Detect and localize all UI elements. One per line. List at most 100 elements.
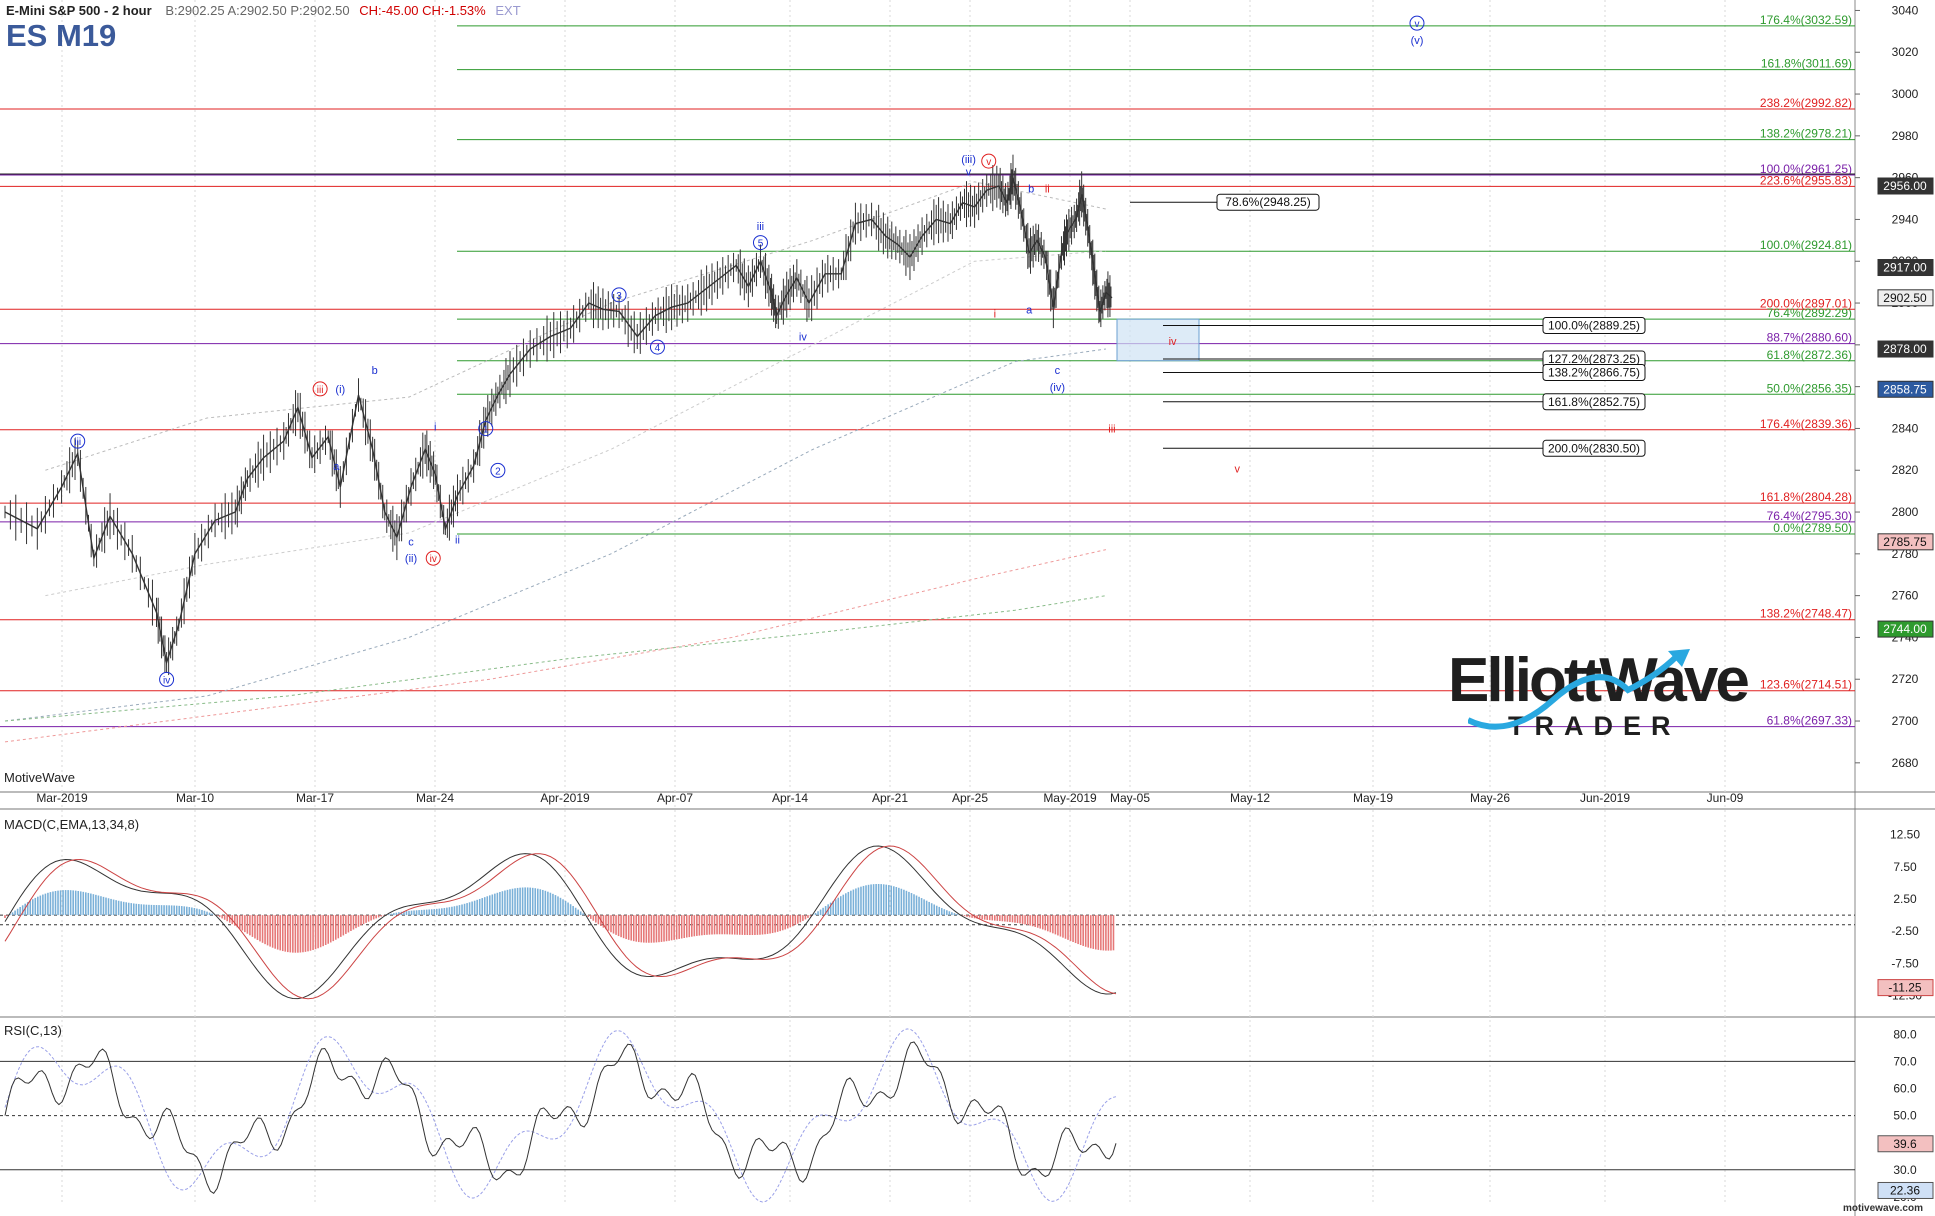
macd-signal-line bbox=[4, 845, 1117, 1000]
macd-y-tick: 2.50 bbox=[1893, 892, 1917, 906]
fib-level-label: 176.4%(3032.59) bbox=[1760, 13, 1852, 27]
wave-label: v bbox=[1234, 463, 1240, 475]
macd-y-tick: -7.50 bbox=[1891, 956, 1919, 970]
fib-level-label: 61.8%(2872.36) bbox=[1767, 348, 1852, 362]
quote-values: B:2902.25 A:2902.50 P:2902.50 bbox=[165, 3, 350, 18]
wave-label: iv bbox=[163, 675, 170, 686]
watermark: motivewave.com bbox=[1842, 1203, 1923, 1214]
y-tick-label: 2720 bbox=[1892, 672, 1919, 686]
moving-average-line bbox=[4, 549, 1107, 743]
wave-label: a bbox=[1026, 304, 1033, 316]
elliottwave-logo: ElliottWave TRADER bbox=[1448, 645, 1768, 745]
wave-label: (iv) bbox=[1050, 382, 1065, 394]
y-tick-label: 2980 bbox=[1892, 129, 1919, 143]
price-axis-tag-label: 2878.00 bbox=[1883, 342, 1927, 356]
wave-label: v bbox=[966, 167, 972, 179]
wave-label: i bbox=[994, 309, 996, 321]
fib-level-label: 161.8%(2804.28) bbox=[1760, 490, 1852, 504]
y-tick-label: 3020 bbox=[1892, 45, 1919, 59]
fib-level-label: 50.0%(2856.35) bbox=[1767, 381, 1852, 395]
wave-label: 4 bbox=[655, 343, 661, 354]
y-tick-label: 2800 bbox=[1892, 505, 1919, 519]
wave-label: iii bbox=[757, 221, 764, 233]
rsi-y-tick: 70.0 bbox=[1893, 1054, 1917, 1068]
ext-flag: EXT bbox=[495, 3, 521, 18]
wave-label: iii bbox=[317, 385, 324, 396]
wave-label: ii bbox=[1045, 183, 1050, 195]
fib-box-label: 127.2%(2873.25) bbox=[1548, 352, 1640, 366]
x-tick-label: May-2019 bbox=[1043, 791, 1097, 805]
chart-header: E-Mini S&P 500 - 2 hour B:2902.25 A:2902… bbox=[6, 3, 521, 18]
fib-level-label: 88.7%(2880.60) bbox=[1767, 331, 1852, 345]
price-axis-tag-label: 2744.00 bbox=[1883, 622, 1927, 636]
x-tick-label: Mar-17 bbox=[296, 791, 334, 805]
wave-label: (i) bbox=[335, 384, 345, 396]
x-tick-label: Apr-14 bbox=[772, 791, 808, 805]
price-axis-tag-label: 2917.00 bbox=[1883, 261, 1927, 275]
macd-value-label: -11.25 bbox=[1888, 981, 1921, 995]
rsi-y-tick: 30.0 bbox=[1893, 1163, 1917, 1177]
wave-label: (v) bbox=[1411, 35, 1424, 47]
wave-label: iv bbox=[430, 554, 437, 565]
x-tick-label: May-26 bbox=[1470, 791, 1510, 805]
y-tick-label: 2760 bbox=[1892, 589, 1919, 603]
moving-average-line bbox=[4, 348, 1106, 722]
wave-label: 5 bbox=[758, 239, 764, 250]
y-tick-label: 2680 bbox=[1892, 756, 1919, 770]
symbol-label: E-Mini S&P 500 - 2 hour bbox=[6, 3, 152, 18]
wave-label: iii bbox=[1108, 424, 1115, 436]
y-tick-label: 2820 bbox=[1892, 463, 1919, 477]
moving-average-line bbox=[4, 595, 1106, 722]
wave-label: iv bbox=[1169, 336, 1177, 348]
wave-label: (iii) bbox=[961, 154, 976, 166]
price-axis-tag-label: 2785.75 bbox=[1883, 535, 1927, 549]
fib-level-label: 161.8%(3011.69) bbox=[1761, 57, 1852, 71]
wave-label: 3 bbox=[616, 291, 622, 302]
macd-panel-label: MACD(C,EMA,13,34,8) bbox=[4, 817, 140, 832]
y-tick-label: 2940 bbox=[1892, 212, 1919, 226]
price-axis-tag-label: 2902.50 bbox=[1883, 291, 1927, 305]
x-tick-label: Apr-2019 bbox=[540, 791, 590, 805]
fib-level-label: 100.0%(2924.81) bbox=[1760, 238, 1852, 252]
wave-label: ii bbox=[455, 534, 460, 546]
x-tick-label: May-05 bbox=[1110, 791, 1150, 805]
y-tick-label: 3040 bbox=[1892, 3, 1919, 17]
wave-label: v bbox=[986, 157, 991, 168]
wave-label: v bbox=[1414, 19, 1419, 30]
wave-label: c bbox=[408, 536, 414, 548]
x-tick-label: Apr-21 bbox=[872, 791, 908, 805]
moving-average-line bbox=[45, 250, 1106, 597]
rsi-value-label: 22.36 bbox=[1890, 1183, 1920, 1197]
x-tick-label: Jun-2019 bbox=[1580, 791, 1630, 805]
macd-line bbox=[4, 845, 1117, 1000]
fib-box-label: 161.8%(2852.75) bbox=[1548, 395, 1640, 409]
rsi-y-tick: 50.0 bbox=[1893, 1109, 1917, 1123]
x-tick-label: Mar-2019 bbox=[36, 791, 88, 805]
wave-label: b bbox=[372, 365, 378, 377]
macd-y-tick: 7.50 bbox=[1893, 860, 1917, 874]
fib-level-label: 0.0%(2789.50) bbox=[1773, 521, 1852, 535]
change-values: CH:-45.00 CH:-1.53% bbox=[359, 3, 486, 18]
fib-level-label: 176.4%(2839.36) bbox=[1760, 417, 1852, 431]
macd-y-tick: 12.50 bbox=[1890, 828, 1920, 842]
fib-level-label: 61.8%(2697.33) bbox=[1767, 714, 1852, 728]
fib-level-label: 138.2%(2748.47) bbox=[1760, 607, 1852, 621]
fib-box-label: 100.0%(2889.25) bbox=[1548, 319, 1640, 333]
x-tick-label: Mar-10 bbox=[176, 791, 214, 805]
fib-level-label: 123.6%(2714.51) bbox=[1760, 678, 1852, 692]
rsi-line bbox=[4, 1041, 1117, 1194]
price-axis-tag-label: 2858.75 bbox=[1883, 382, 1927, 396]
rsi-value-label: 39.6 bbox=[1893, 1137, 1917, 1151]
x-tick-label: May-19 bbox=[1353, 791, 1393, 805]
x-tick-label: Apr-25 bbox=[952, 791, 988, 805]
contract-title: ES M19 bbox=[6, 18, 117, 53]
x-tick-label: Apr-07 bbox=[657, 791, 693, 805]
fib-box-label: 200.0%(2830.50) bbox=[1548, 441, 1640, 455]
fib-level-label: 138.2%(2978.21) bbox=[1760, 127, 1852, 141]
motivewave-brand: MotiveWave bbox=[4, 770, 76, 785]
wave-label: 1 bbox=[483, 425, 489, 436]
rsi-panel-label: RSI(C,13) bbox=[4, 1023, 62, 1038]
chart-canvas[interactable]: 176.4%(3032.59) 161.8%(3011.69) 238.2%(299… bbox=[0, 0, 1935, 1216]
logo-swoosh-icon bbox=[1468, 649, 1690, 730]
wave-label: iii bbox=[74, 437, 81, 448]
